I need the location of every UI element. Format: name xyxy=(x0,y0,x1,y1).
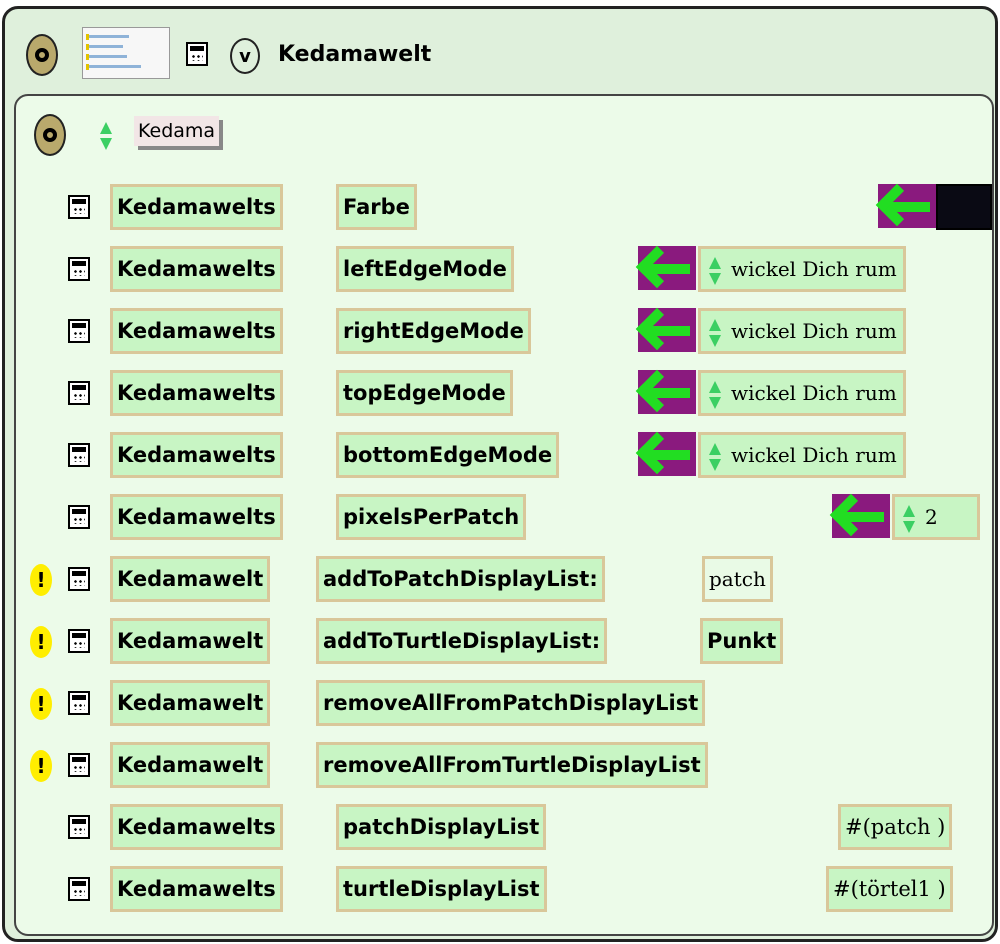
calculator-icon[interactable] xyxy=(68,505,90,529)
slot-row-leftedgemode: Kedamawelts leftEdgeMode wickel Dich rum xyxy=(16,244,992,296)
slot-tile[interactable]: pixelsPerPatch xyxy=(336,494,527,540)
owner-tile[interactable]: Kedamawelt xyxy=(110,742,271,788)
up-down-arrow-icon[interactable] xyxy=(709,443,721,471)
slot-row-rightedgemode: Kedamawelts rightEdgeMode wickel Dich ru… xyxy=(16,306,992,358)
calculator-icon[interactable] xyxy=(68,319,90,343)
owner-tile[interactable]: Kedamawelts xyxy=(110,370,283,416)
up-down-arrow-icon[interactable] xyxy=(709,381,721,409)
halo-button-icon[interactable] xyxy=(34,114,66,156)
slot-tile[interactable]: rightEdgeMode xyxy=(336,308,531,354)
owner-tile[interactable]: Kedamawelts xyxy=(110,804,283,850)
slot-tile[interactable]: Farbe xyxy=(336,184,417,230)
calculator-icon[interactable] xyxy=(68,753,90,777)
calculator-icon[interactable] xyxy=(68,567,90,591)
assign-arrow-icon[interactable] xyxy=(832,494,890,538)
slot-tile[interactable]: patchDisplayList xyxy=(336,804,547,850)
value-tile[interactable]: wickel Dich rum xyxy=(698,308,906,354)
slot-tile[interactable]: turtleDisplayList xyxy=(336,866,547,912)
owner-tile[interactable]: Kedamawelts xyxy=(110,494,283,540)
value-tile[interactable]: wickel Dich rum xyxy=(698,370,906,416)
object-name[interactable]: Kedama xyxy=(134,116,220,146)
halo-button-icon[interactable] xyxy=(26,34,58,76)
slot-row-patchdisplaylist: Kedamawelts patchDisplayList #(patch ) xyxy=(16,802,992,854)
argument-tile[interactable]: Punkt xyxy=(700,618,784,664)
calculator-icon[interactable] xyxy=(68,381,90,405)
owner-tile[interactable]: Kedamawelt xyxy=(110,618,271,664)
slot-row-pixelsperpatch: Kedamawelts pixelsPerPatch 2 xyxy=(16,492,992,544)
owner-tile[interactable]: Kedamawelts xyxy=(110,432,283,478)
argument-tile[interactable]: patch xyxy=(702,556,773,602)
up-down-arrow-icon[interactable] xyxy=(100,122,112,150)
menu-button-icon[interactable]: v xyxy=(230,38,260,74)
calculator-icon[interactable] xyxy=(68,629,90,653)
color-swatch[interactable] xyxy=(936,184,992,230)
slot-row-topedgemode: Kedamawelts topEdgeMode wickel Dich rum xyxy=(16,368,992,420)
slot-tile[interactable]: bottomEdgeMode xyxy=(336,432,560,478)
command-row-addtopatchdisplaylist: ! Kedamawelt addToPatchDisplayList: patc… xyxy=(16,554,992,606)
slot-row-turtledisplaylist: Kedamawelts turtleDisplayList #(törtel1 … xyxy=(16,864,992,916)
owner-tile[interactable]: Kedamawelt xyxy=(110,556,271,602)
command-tile[interactable]: addToPatchDisplayList: xyxy=(316,556,605,602)
readout-tile: #(törtel1 ) xyxy=(826,866,953,912)
readout-tile: #(patch ) xyxy=(838,804,953,850)
command-tile[interactable]: removeAllFromTurtleDisplayList xyxy=(316,742,708,788)
slot-tile[interactable]: topEdgeMode xyxy=(336,370,513,416)
command-tile[interactable]: removeAllFromPatchDisplayList xyxy=(316,680,706,726)
slot-row-bottomedgemode: Kedamawelts bottomEdgeMode wickel Dich r… xyxy=(16,430,992,482)
assign-arrow-icon[interactable] xyxy=(638,432,696,476)
thumbnail-icon[interactable] xyxy=(82,27,170,79)
owner-tile[interactable]: Kedamawelt xyxy=(110,680,271,726)
up-down-arrow-icon[interactable] xyxy=(709,319,721,347)
command-row-removeallfrompatchdisplaylist: ! Kedamawelt removeAllFromPatchDisplayLi… xyxy=(16,678,992,730)
owner-tile[interactable]: Kedamawelts xyxy=(110,308,283,354)
up-down-arrow-icon[interactable] xyxy=(903,505,915,533)
calculator-icon[interactable] xyxy=(68,195,90,219)
assign-arrow-icon[interactable] xyxy=(638,370,696,414)
value-tile[interactable]: wickel Dich rum xyxy=(698,432,906,478)
calculator-icon[interactable] xyxy=(68,691,90,715)
value-tile[interactable]: 2 xyxy=(892,494,980,540)
viewer-window: v Kedamawelt Kedama Kedamawelts Farbe Ke… xyxy=(2,6,998,942)
viewer-titlebar: v Kedamawelt xyxy=(8,12,992,92)
owner-tile[interactable]: Kedamawelts xyxy=(110,246,283,292)
exclamation-icon[interactable]: ! xyxy=(30,626,52,658)
exclamation-icon[interactable]: ! xyxy=(30,750,52,782)
calculator-icon[interactable] xyxy=(68,815,90,839)
calculator-icon[interactable] xyxy=(68,257,90,281)
assign-arrow-icon[interactable] xyxy=(878,184,936,228)
exclamation-icon[interactable]: ! xyxy=(30,564,52,596)
owner-tile[interactable]: Kedamawelts xyxy=(110,866,283,912)
assign-arrow-icon[interactable] xyxy=(638,308,696,352)
calculator-icon[interactable] xyxy=(68,443,90,467)
command-tile[interactable]: addToTurtleDisplayList: xyxy=(316,618,608,664)
calculator-icon[interactable] xyxy=(186,42,208,66)
owner-tile[interactable]: Kedamawelts xyxy=(110,184,283,230)
assign-arrow-icon[interactable] xyxy=(638,246,696,290)
value-tile[interactable]: wickel Dich rum xyxy=(698,246,906,292)
slot-tile[interactable]: leftEdgeMode xyxy=(336,246,514,292)
exclamation-icon[interactable]: ! xyxy=(30,688,52,720)
viewer-title: Kedamawelt xyxy=(278,42,432,67)
category-panel: Kedama Kedamawelts Farbe Kedamawelts lef… xyxy=(14,94,994,936)
calculator-icon[interactable] xyxy=(68,877,90,901)
command-row-addtoturtledisplaylist: ! Kedamawelt addToTurtleDisplayList: Pun… xyxy=(16,616,992,668)
command-row-removeallfromturtledisplaylist: ! Kedamawelt removeAllFromTurtleDisplayL… xyxy=(16,740,992,792)
slot-row-farbe: Kedamawelts Farbe xyxy=(16,182,992,234)
up-down-arrow-icon[interactable] xyxy=(709,257,721,285)
